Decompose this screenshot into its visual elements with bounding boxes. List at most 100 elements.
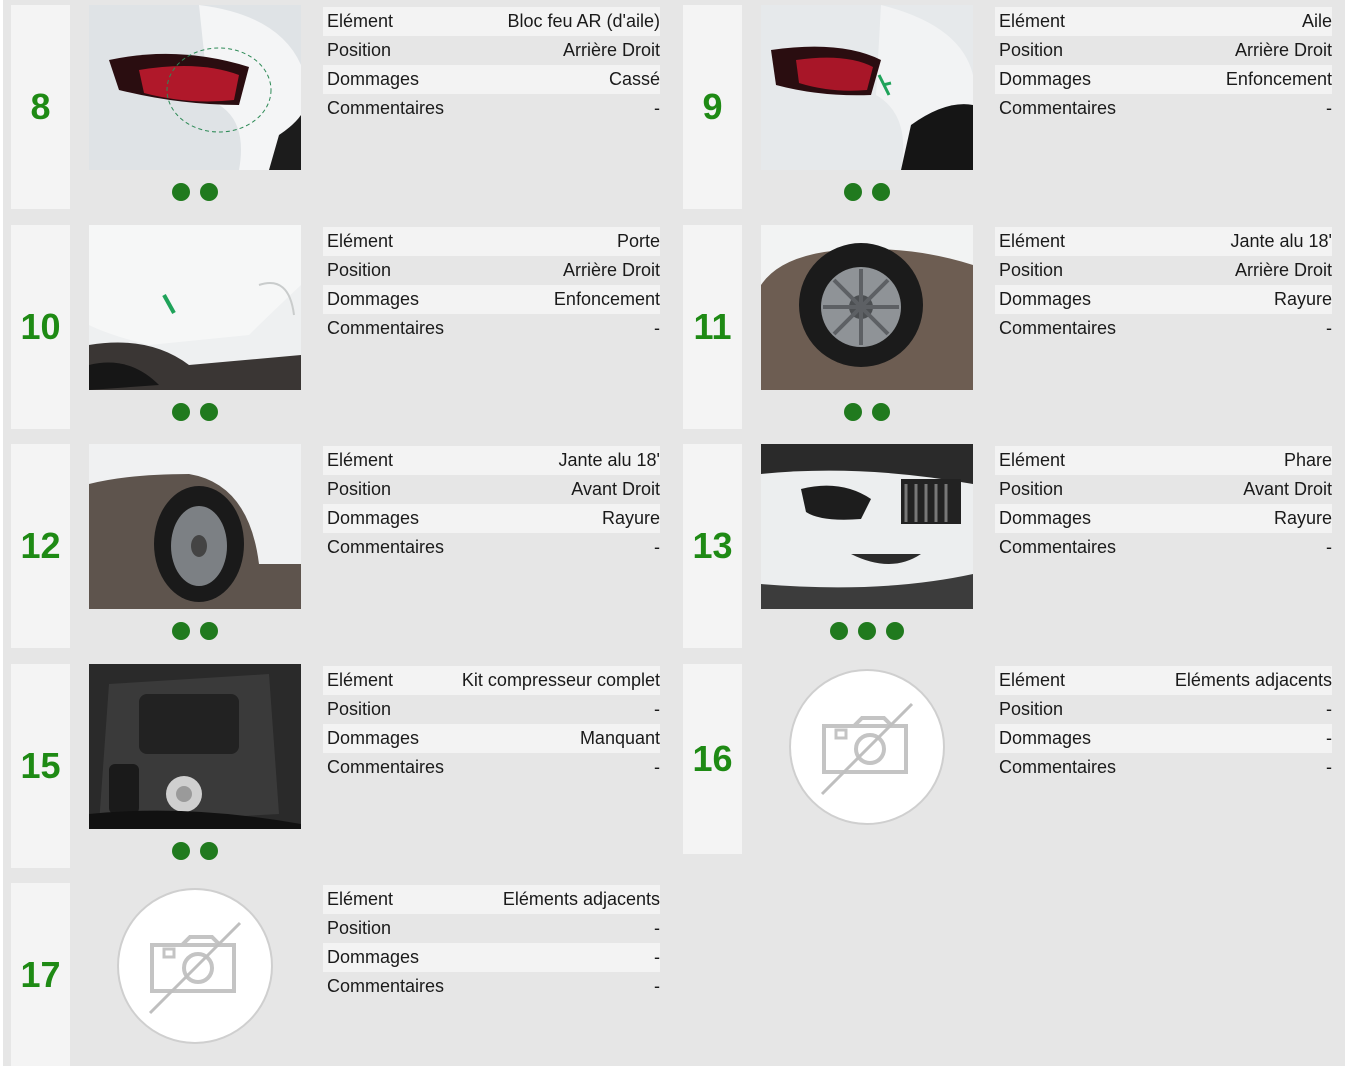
damage-card: 15 Elément Kit compresseur complet Positi… [11,664,675,868]
damage-number: 8 [30,86,51,127]
photo-pager [761,181,973,203]
detail-value: - [654,537,660,557]
damage-photo[interactable] [89,225,301,390]
detail-row-element: Elément Aile [995,7,1332,36]
photo-pager-dot[interactable] [872,183,890,201]
detail-value: Jante alu 18' [558,450,660,470]
detail-row-commentaires: Commentaires - [995,94,1332,123]
detail-label: Dommages [327,947,420,967]
detail-row-commentaires: Commentaires - [995,533,1332,562]
detail-row-dommages: Dommages Rayure [995,504,1332,533]
detail-value: - [654,699,660,719]
photo-pager-dot[interactable] [200,403,218,421]
damage-photo[interactable] [89,5,301,170]
detail-label: Commentaires [327,318,445,338]
damage-photo[interactable] [761,5,973,170]
detail-value: Enfoncement [1225,69,1332,89]
detail-label: Dommages [327,289,420,309]
damage-number-column: 17 [11,883,70,1066]
damage-card: 13 Elément Phare Position Avant Droit Domm… [683,444,1347,648]
detail-value: Arrière Droit [1234,40,1332,60]
detail-value: - [1326,757,1332,777]
detail-label: Commentaires [999,98,1117,118]
damage-photo[interactable] [761,444,973,609]
damage-card: 11 Elément Jante alu 18' Position Arrière … [683,225,1347,429]
photo-pager-dot[interactable] [172,403,190,421]
detail-row-position: Position - [995,695,1332,724]
photo-pager-dot[interactable] [172,183,190,201]
detail-value: Enfoncement [553,289,660,309]
photo-pager-dot[interactable] [886,622,904,640]
photo-pager-dot[interactable] [844,403,862,421]
detail-label: Elément [999,450,1066,470]
detail-row-element: Elément Bloc feu AR (d'aile) [323,7,660,36]
damage-number-column: 10 [11,225,70,429]
detail-value: - [1326,537,1332,557]
detail-row-position: Position - [323,695,660,724]
no-camera-icon [117,888,273,1044]
damage-photo[interactable] [761,225,973,390]
damage-number-column: 15 [11,664,70,868]
detail-label: Position [327,699,392,719]
damage-photo[interactable] [89,444,301,609]
photo-pager-dot[interactable] [200,183,218,201]
photo-pager-dot[interactable] [172,622,190,640]
photo-pager-dot[interactable] [858,622,876,640]
damage-report-panel: 8 Elément Bloc feu AR (d'aile) Position Ar… [3,0,1345,1066]
detail-value: Manquant [579,728,660,748]
detail-row-commentaires: Commentaires - [323,314,660,343]
detail-value: - [654,318,660,338]
damage-number-column: 9 [683,5,742,209]
detail-label: Position [327,479,392,499]
detail-label: Dommages [999,289,1092,309]
photo-pager-dot[interactable] [172,842,190,860]
detail-row-dommages: Dommages Manquant [323,724,660,753]
detail-label: Elément [999,11,1066,31]
damage-card: 16 Elément Eléments adjacents Position - D… [683,664,1347,854]
detail-label: Dommages [327,508,420,528]
damage-card: 8 Elément Bloc feu AR (d'aile) Position Ar… [11,5,675,209]
detail-row-dommages: Dommages Enfoncement [323,285,660,314]
detail-label: Position [999,479,1064,499]
detail-label: Commentaires [999,318,1117,338]
damage-card: 17 Elément Eléments adjacents Position - D… [11,883,675,1066]
detail-label: Elément [327,889,394,909]
detail-row-position: Position Avant Droit [995,475,1332,504]
detail-label: Position [327,260,392,280]
detail-row-commentaires: Commentaires - [323,533,660,562]
detail-value: Jante alu 18' [1230,231,1332,251]
photo-pager [89,401,301,423]
photo-pager-dot[interactable] [844,183,862,201]
damage-number-column: 13 [683,444,742,648]
detail-label: Position [327,918,392,938]
detail-value: Avant Droit [1243,479,1332,499]
detail-label: Dommages [999,728,1092,748]
detail-row-commentaires: Commentaires - [995,314,1332,343]
damage-number: 15 [20,745,61,786]
detail-label: Elément [999,670,1066,690]
detail-label: Elément [327,11,394,31]
detail-value: Bloc feu AR (d'aile) [507,11,660,31]
detail-value: - [1326,98,1332,118]
detail-row-commentaires: Commentaires - [323,972,660,1001]
detail-label: Position [999,260,1064,280]
detail-row-element: Elément Porte [323,227,660,256]
detail-value: Rayure [1273,508,1332,528]
damage-photo[interactable] [89,664,301,829]
detail-row-position: Position - [323,914,660,943]
photo-pager-dot[interactable] [872,403,890,421]
photo-pager-dot[interactable] [200,622,218,640]
photo-pager-dot[interactable] [830,622,848,640]
detail-value: Phare [1283,450,1332,470]
detail-label: Dommages [999,69,1092,89]
detail-label: Commentaires [327,537,445,557]
detail-row-dommages: Dommages - [323,943,660,972]
detail-value: Cassé [608,69,660,89]
detail-value: - [1326,728,1332,748]
detail-value: - [1326,699,1332,719]
photo-pager [89,620,301,642]
photo-pager-dot[interactable] [200,842,218,860]
detail-row-position: Position Arrière Droit [323,36,660,65]
damage-card: 12 Elément Jante alu 18' Position Avant Dr… [11,444,675,648]
damage-details: Elément Eléments adjacents Position - Domm… [995,666,1332,782]
